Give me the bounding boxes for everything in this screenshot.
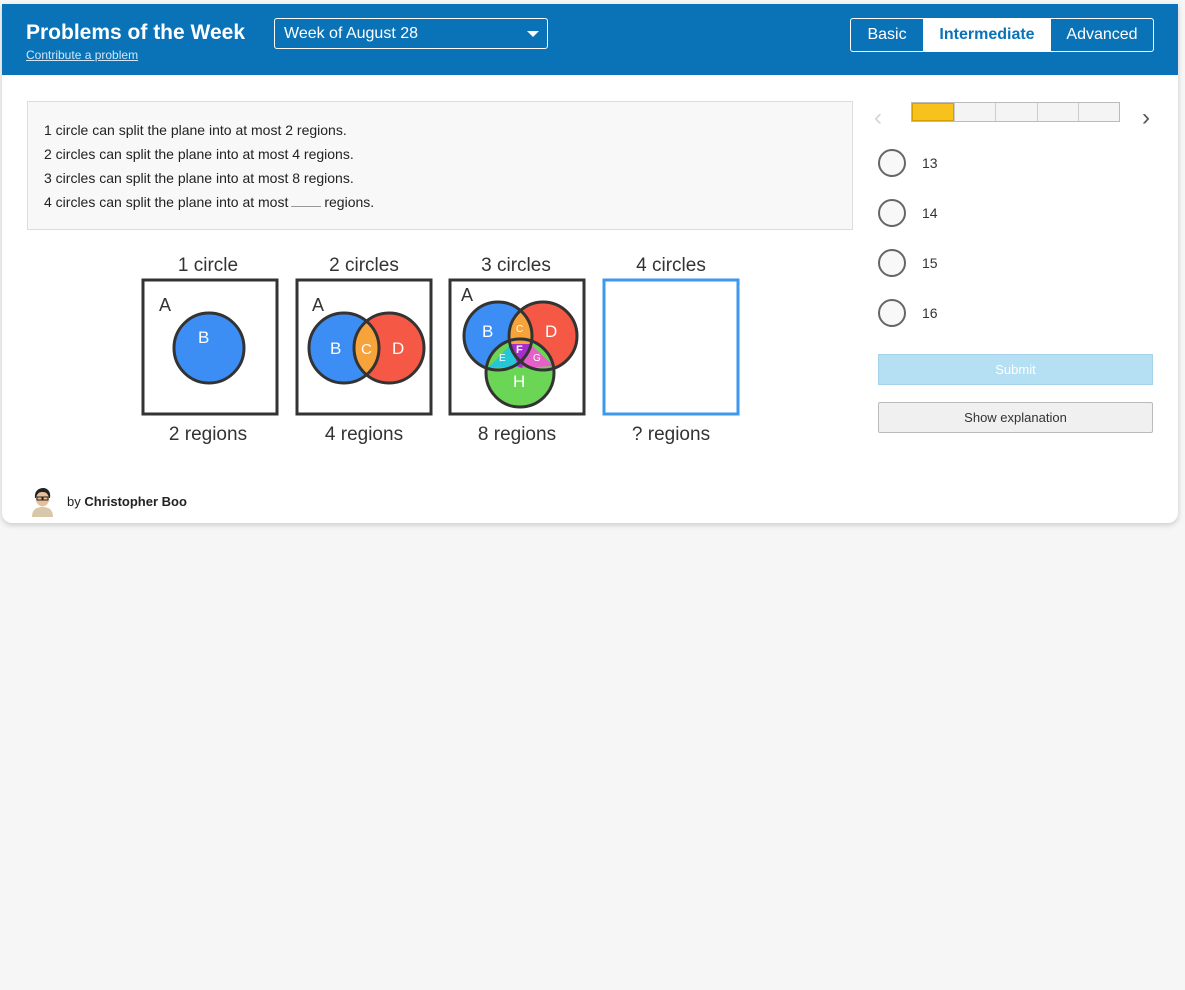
author-credit: by Christopher Boo <box>67 494 187 509</box>
region-label: B <box>330 339 341 358</box>
option-label: 15 <box>922 255 938 271</box>
panel-caption: 8 regions <box>478 424 556 445</box>
submit-button[interactable]: Submit <box>878 354 1153 385</box>
region-label: A <box>159 295 171 315</box>
progress-segment <box>1077 103 1119 121</box>
progress-bar <box>911 102 1120 122</box>
author-name[interactable]: Christopher Boo <box>84 494 187 509</box>
region-label: B <box>198 328 209 347</box>
tab-advanced[interactable]: Advanced <box>1050 19 1153 51</box>
region-label: B <box>482 322 493 341</box>
radio-button[interactable] <box>878 249 906 277</box>
progress-segment <box>995 103 1036 121</box>
panel-title: 2 circles <box>329 255 399 276</box>
author-avatar <box>28 486 56 517</box>
difficulty-tabs: Basic Intermediate Advanced <box>850 18 1154 52</box>
option-label: 16 <box>922 305 938 321</box>
panel-title: 4 circles <box>636 255 706 276</box>
radio-button[interactable] <box>878 149 906 177</box>
chevron-right-icon[interactable]: › <box>1142 104 1150 132</box>
radio-button[interactable] <box>878 199 906 227</box>
chevron-left-icon[interactable]: ‹ <box>874 104 882 132</box>
option-label: 13 <box>922 155 938 171</box>
problem-card: Problems of the Week Contribute a proble… <box>2 4 1178 523</box>
progress-segment <box>1036 103 1078 121</box>
panel-title: 3 circles <box>481 255 551 276</box>
radio-button[interactable] <box>878 299 906 327</box>
tab-intermediate[interactable]: Intermediate <box>923 19 1050 51</box>
region-label: A <box>461 285 473 305</box>
region-label: H <box>513 372 525 391</box>
circles-figure: 1 circle A B 2 regions 2 circles A B C D… <box>141 255 740 445</box>
progress-segment <box>954 103 995 121</box>
show-explanation-button[interactable]: Show explanation <box>878 402 1153 433</box>
region-label: D <box>392 339 404 358</box>
region-label: C <box>361 341 372 358</box>
author-prefix: by <box>67 494 81 509</box>
answer-panel-box <box>602 278 740 416</box>
region-label: C <box>516 324 523 335</box>
panel-caption: ? regions <box>632 424 710 445</box>
region-label: F <box>516 344 523 356</box>
progress-segment-current <box>912 103 955 121</box>
region-label: D <box>545 322 557 341</box>
panel-caption: 4 regions <box>325 424 403 445</box>
option-label: 14 <box>922 205 938 221</box>
panel-caption: 2 regions <box>169 424 247 445</box>
region-label: G <box>533 353 541 364</box>
region-label: E <box>499 353 506 364</box>
region-label: A <box>312 295 324 315</box>
panel-title: 1 circle <box>178 255 238 276</box>
circle <box>172 311 246 385</box>
